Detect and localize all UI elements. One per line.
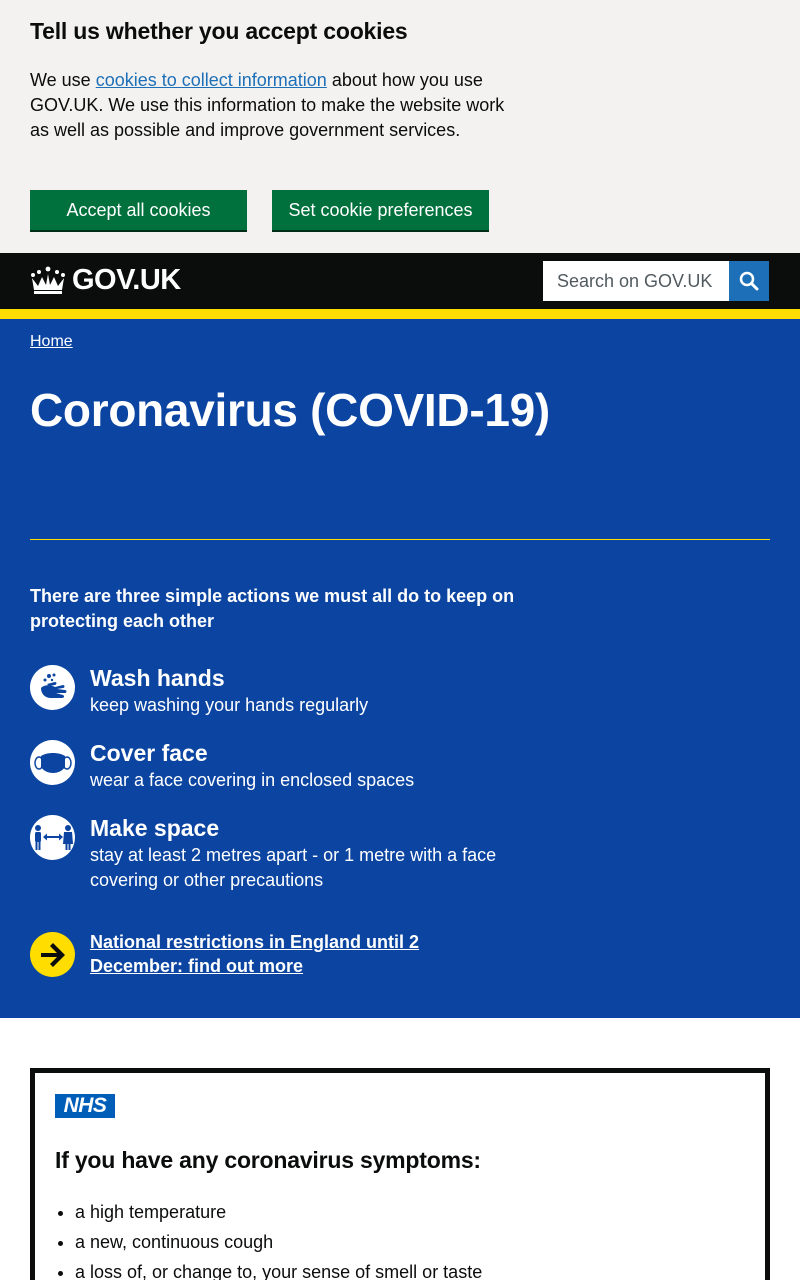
action-wash-hands: Wash hands keep washing your hands regul…: [30, 665, 550, 735]
breadcrumb-home-link[interactable]: Home: [30, 333, 73, 351]
cookie-preferences-button[interactable]: Set cookie preferences: [272, 190, 489, 230]
search-button[interactable]: [729, 261, 769, 301]
list-item: a high temperature: [75, 1197, 482, 1227]
search-icon: [739, 271, 759, 291]
action-make-space: Make space stay at least 2 metres apart …: [30, 815, 550, 890]
search-input[interactable]: [543, 261, 729, 301]
govuk-logo-text: GOV.UK: [72, 263, 181, 296]
action-description: wear a face covering in enclosed spaces: [90, 770, 415, 790]
hero-section: Home Coronavirus (COVID-19) There are th…: [0, 319, 800, 1018]
header-accent-stripe: [0, 309, 800, 319]
action-cover-face: Cover face wear a face covering in enclo…: [30, 740, 550, 810]
actions-intro: There are three simple actions we must a…: [30, 586, 515, 631]
restrictions-link-block: National restrictions in England until 2…: [30, 930, 550, 980]
accept-cookies-button[interactable]: Accept all cookies: [30, 190, 247, 230]
symptom-list: a high temperature a new, continuous cou…: [75, 1197, 482, 1280]
action-title: Wash hands: [90, 665, 225, 691]
nhs-symptoms-box: NHS If you have any coronavirus symptoms…: [30, 1068, 770, 1280]
action-title: Cover face: [90, 740, 208, 766]
wash-hands-icon: [30, 665, 75, 710]
list-item: a loss of, or change to, your sense of s…: [75, 1257, 482, 1280]
action-description: stay at least 2 metres apart - or 1 metr…: [90, 845, 497, 890]
symptoms-heading: If you have any coronavirus symptoms:: [55, 1147, 481, 1173]
cookie-text-before: We use: [30, 70, 96, 90]
govuk-logo-link[interactable]: GOV.UK: [30, 263, 181, 297]
face-mask-icon: [30, 740, 75, 785]
cookies-info-link[interactable]: cookies to collect information: [96, 70, 327, 90]
nhs-logo: NHS: [55, 1094, 115, 1118]
crown-icon: [31, 266, 65, 294]
page-title: Coronavirus (COVID-19): [30, 384, 550, 436]
action-description: keep washing your hands regularly: [90, 695, 369, 715]
hero-divider: [30, 539, 770, 540]
site-header: GOV.UK: [0, 253, 800, 309]
national-restrictions-link[interactable]: National restrictions in England until 2…: [90, 930, 450, 978]
cookie-banner: Tell us whether you accept cookies We us…: [0, 0, 800, 253]
cookie-banner-title: Tell us whether you accept cookies: [30, 18, 408, 44]
make-space-icon: [30, 815, 75, 860]
arrow-right-icon: [30, 932, 75, 977]
action-title: Make space: [90, 815, 220, 841]
cookie-banner-text: We use cookies to collect information ab…: [30, 68, 505, 143]
list-item: a new, continuous cough: [75, 1227, 482, 1257]
